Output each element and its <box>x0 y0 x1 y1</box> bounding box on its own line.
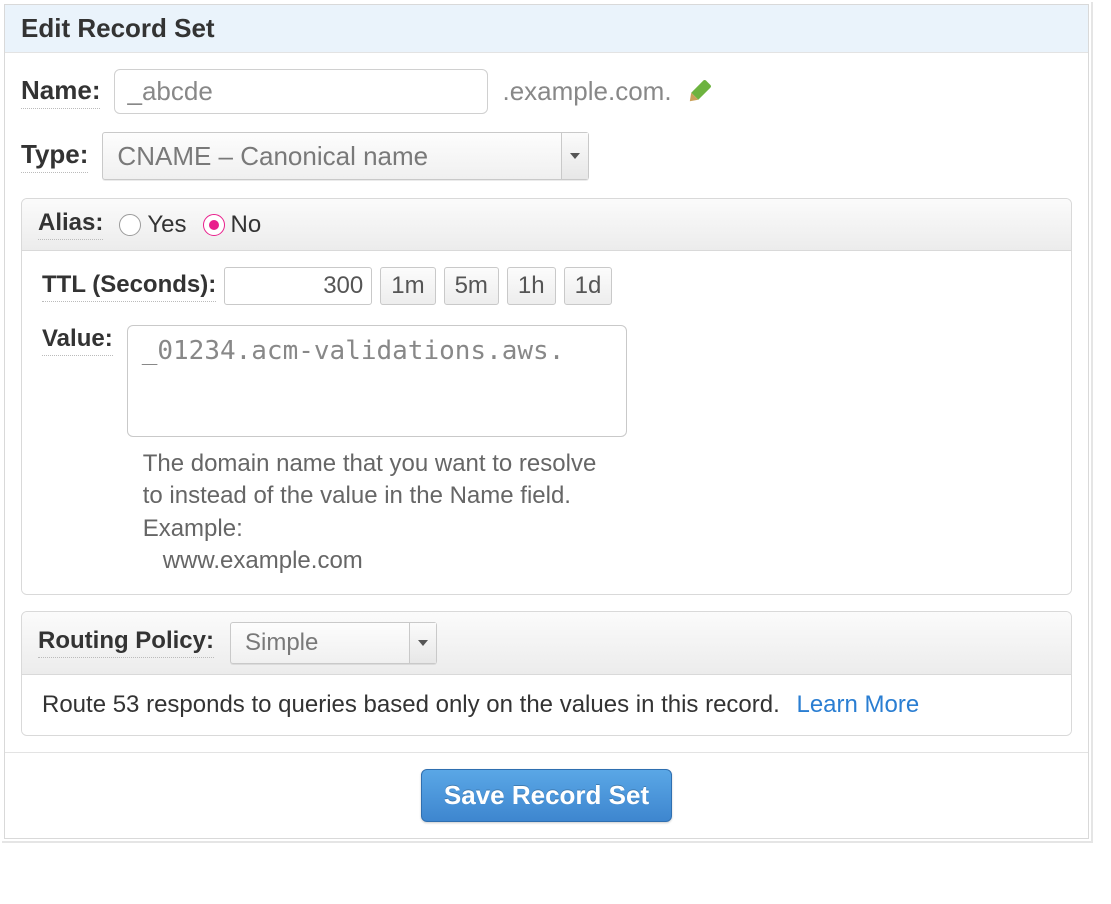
alias-yes-radio[interactable]: Yes <box>119 211 186 239</box>
panel-title: Edit Record Set <box>21 13 1072 44</box>
alias-yes-label: Yes <box>147 211 186 239</box>
name-row: Name: .example.com. <box>21 69 1072 114</box>
type-label: Type: <box>21 139 88 173</box>
chevron-down-icon <box>409 623 436 663</box>
panel-header: Edit Record Set <box>5 5 1088 53</box>
ttl-label: TTL (Seconds): <box>42 271 216 302</box>
save-record-set-button[interactable]: Save Record Set <box>421 769 672 822</box>
ttl-preset-1d[interactable]: 1d <box>564 267 613 305</box>
footer: Save Record Set <box>5 752 1088 822</box>
name-label: Name: <box>21 75 100 109</box>
routing-description: Route 53 responds to queries based only … <box>42 691 780 718</box>
learn-more-link[interactable]: Learn More <box>796 691 919 718</box>
alias-no-label: No <box>231 211 262 239</box>
type-select-value: CNAME – Canonical name <box>103 141 561 172</box>
name-input[interactable] <box>114 69 488 114</box>
value-row: Value: _01234.acm-validations.aws. The d… <box>42 325 1051 578</box>
type-select[interactable]: CNAME – Canonical name <box>102 132 589 180</box>
chevron-down-icon <box>561 133 588 179</box>
value-label: Value: <box>42 325 113 356</box>
alias-no-radio[interactable]: No <box>203 211 262 239</box>
domain-suffix: .example.com. <box>502 76 671 107</box>
ttl-row: TTL (Seconds): 1m 5m 1h 1d <box>42 267 1051 305</box>
routing-select-value: Simple <box>231 629 409 657</box>
pencil-icon[interactable] <box>680 73 717 110</box>
ttl-preset-5m[interactable]: 5m <box>444 267 499 305</box>
value-textarea[interactable]: _01234.acm-validations.aws. <box>127 325 627 437</box>
ttl-preset-1h[interactable]: 1h <box>507 267 556 305</box>
alias-header: Alias: Yes No <box>22 199 1071 251</box>
ttl-input[interactable] <box>224 267 372 305</box>
routing-select[interactable]: Simple <box>230 622 437 664</box>
ttl-preset-1m[interactable]: 1m <box>380 267 435 305</box>
value-help: The domain name that you want to resolve… <box>143 448 613 578</box>
type-row: Type: CNAME – Canonical name <box>21 132 1072 180</box>
routing-body: Route 53 responds to queries based only … <box>22 675 1071 735</box>
routing-label: Routing Policy: <box>38 627 214 658</box>
edit-record-set-panel: Edit Record Set Name: .example.com. Type… <box>4 4 1089 839</box>
routing-subpanel: Routing Policy: Simple Route 53 responds… <box>21 611 1072 736</box>
routing-header: Routing Policy: Simple <box>22 612 1071 675</box>
alias-label: Alias: <box>38 209 103 240</box>
alias-subpanel: Alias: Yes No TTL (Seconds): 1m 5m 1h <box>21 198 1072 595</box>
